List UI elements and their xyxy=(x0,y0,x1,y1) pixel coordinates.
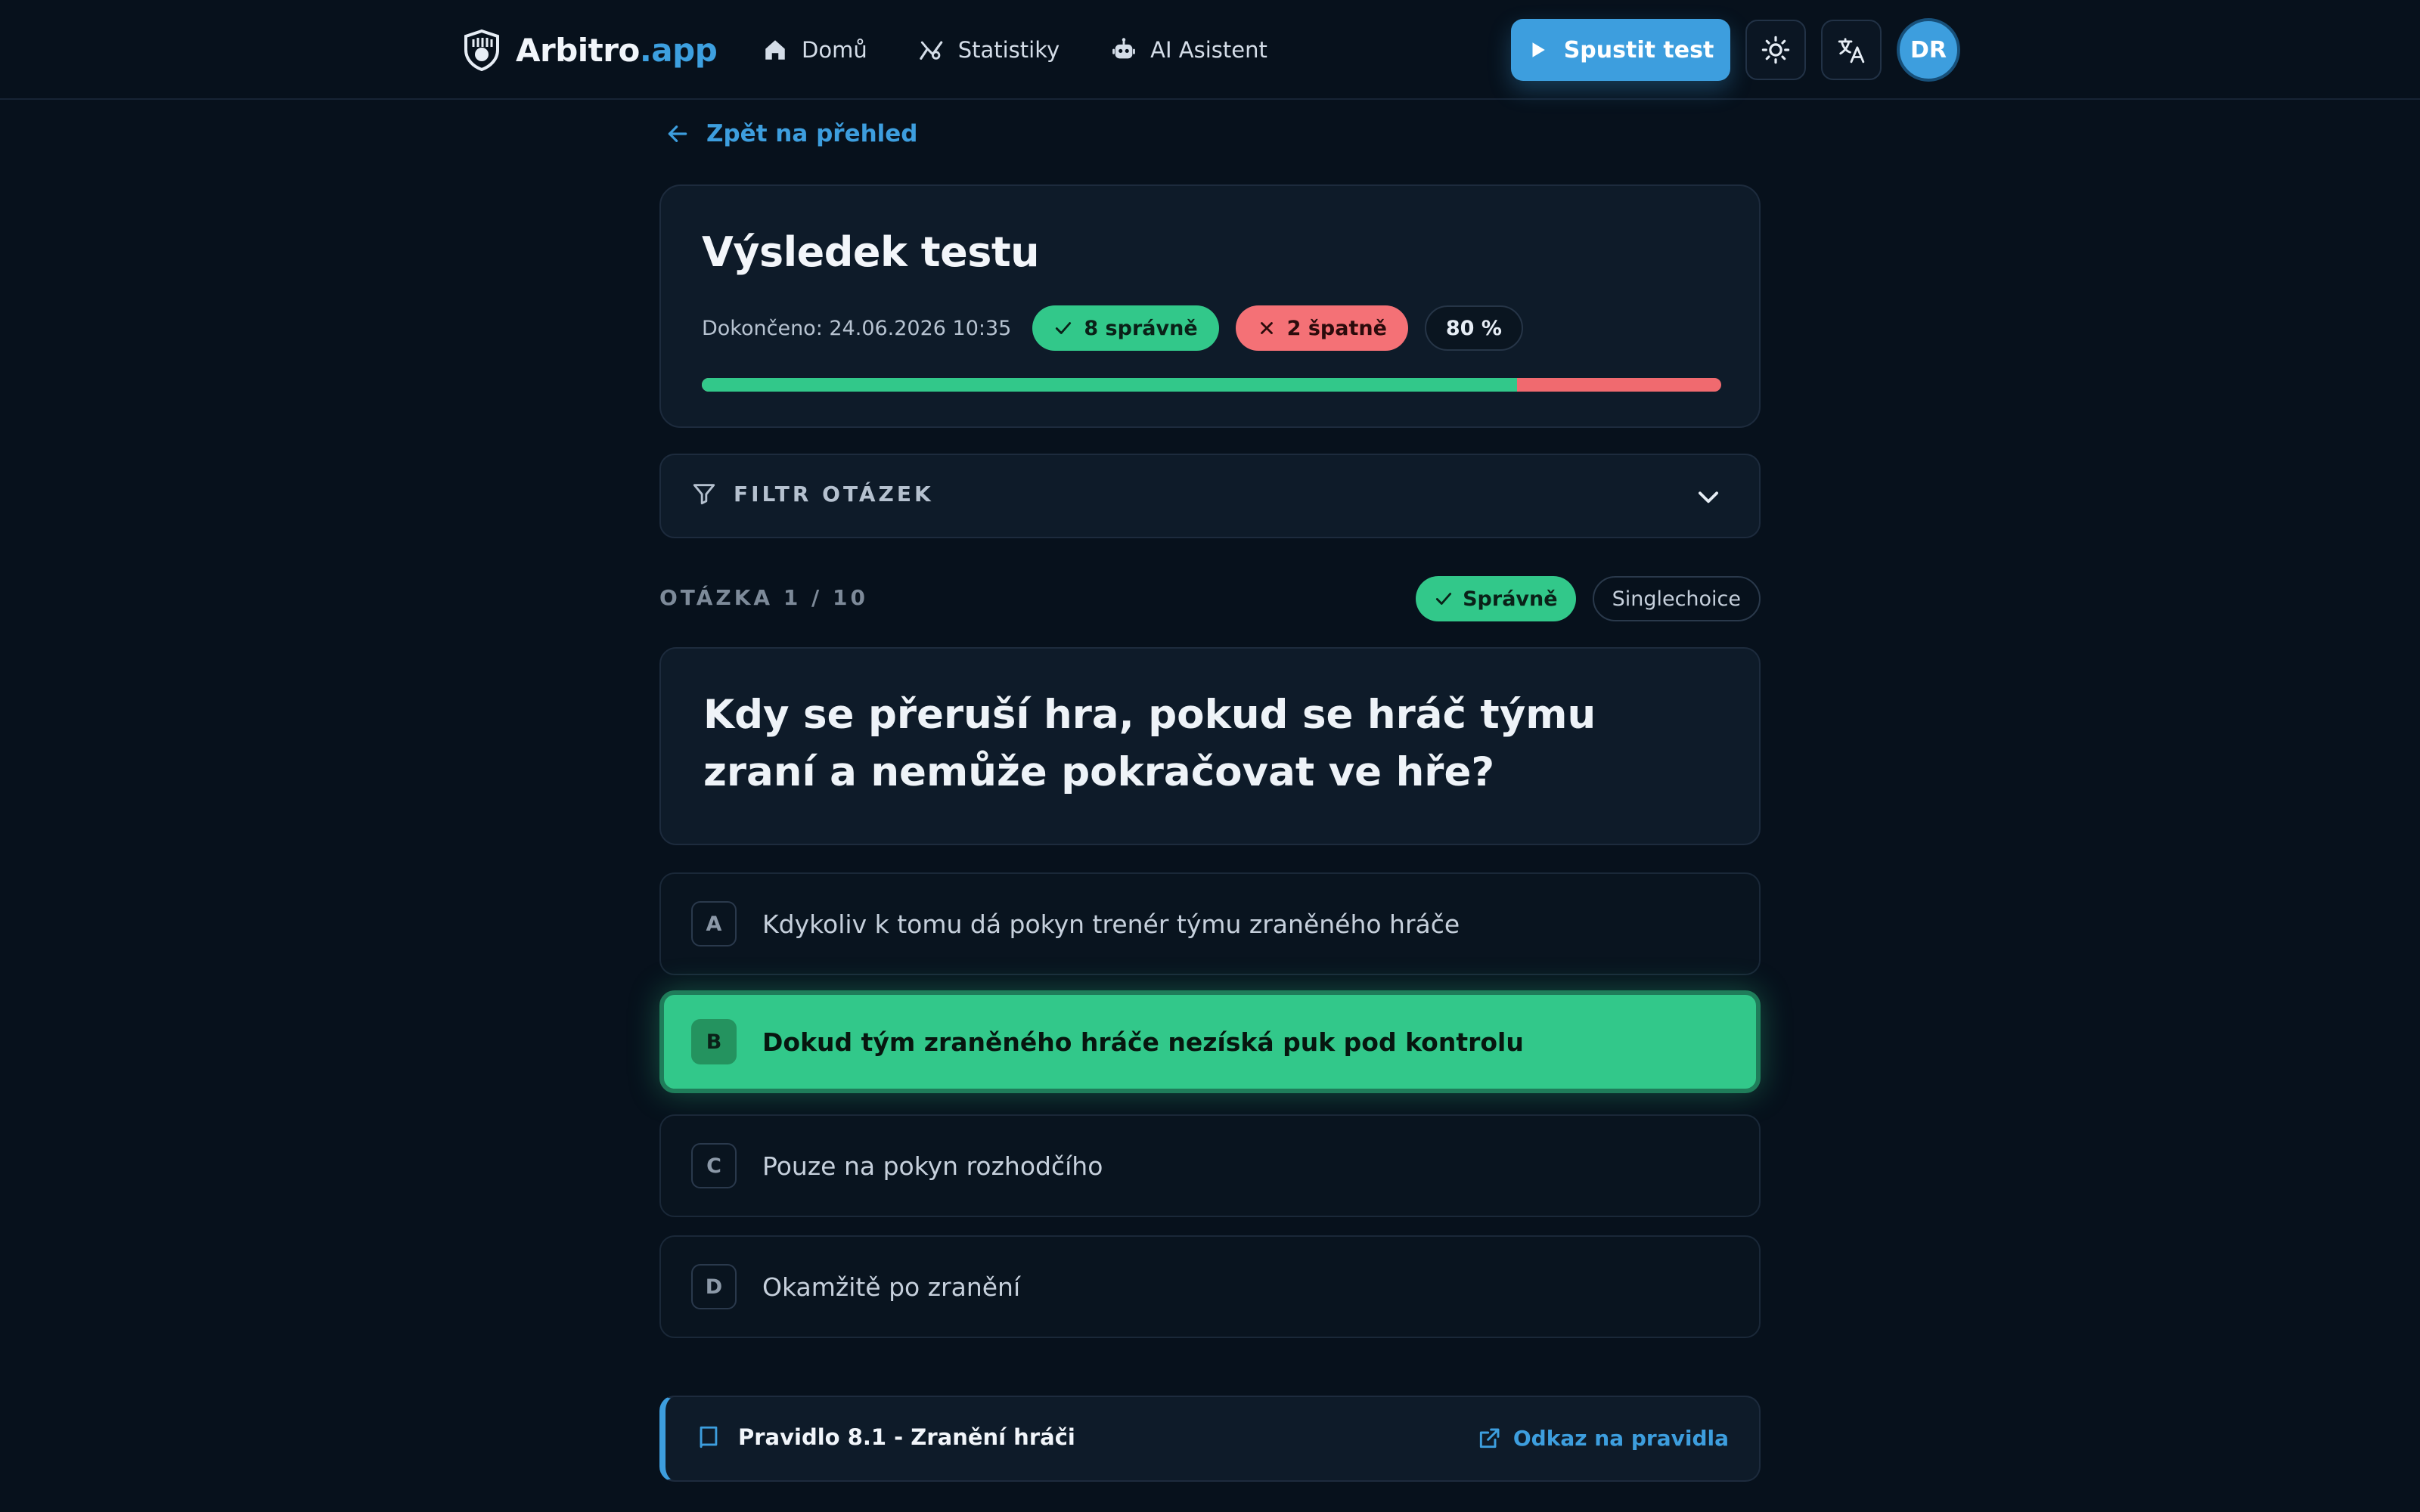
theme-toggle-button[interactable] xyxy=(1745,20,1806,80)
brand-name: Arbitro.app xyxy=(516,31,718,69)
nav-item-label: Statistiky xyxy=(957,37,1060,63)
answer-text: Dokud tým zraněného hráče nezíská puk po… xyxy=(762,1027,1524,1057)
answer-text: Kdykoliv k tomu dá pokyn trenér týmu zra… xyxy=(762,909,1460,939)
score-progress-fill xyxy=(702,378,1518,392)
rule-title-group: Pravidlo 8.1 - Zranění hráči xyxy=(696,1424,1075,1450)
check-icon xyxy=(1056,322,1072,334)
external-link-icon xyxy=(1479,1428,1500,1448)
result-meta: Dokončeno: 24.06.2026 10:35 8 správně 2 … xyxy=(702,305,1523,351)
filter-label: FILTR OTÁZEK xyxy=(734,481,934,507)
top-navbar: Arbitro.app Domů Statistiky AI Asistent … xyxy=(0,0,2420,100)
close-icon xyxy=(1260,322,1273,334)
answer-letter: A xyxy=(691,901,737,947)
answer-letter: B xyxy=(691,1019,737,1064)
question-type-badge: Singlechoice xyxy=(1592,576,1761,621)
correct-count-badge: 8 správně xyxy=(1032,305,1219,351)
wrong-count-badge: 2 špatně xyxy=(1235,305,1408,351)
score-progress-bar xyxy=(702,378,1721,392)
question-counter: OTÁZKA 1 / 10 xyxy=(659,585,868,610)
question-text: Kdy se přeruší hra, pokud se hráč týmu z… xyxy=(703,692,1596,795)
answer-status-badge: Správně xyxy=(1416,576,1576,621)
brand-name-main: Arbitro xyxy=(516,31,640,69)
back-link-label: Zpět na přehled xyxy=(706,120,918,147)
score-percent-badge: 80 % xyxy=(1424,305,1523,351)
main-nav: Domů Statistiky AI Asistent xyxy=(762,30,1267,70)
nav-item-home[interactable]: Domů xyxy=(762,30,867,70)
wrong-count-label: 2 špatně xyxy=(1286,316,1387,340)
test-result-card: Výsledek testu Dokončeno: 24.06.2026 10:… xyxy=(659,184,1761,428)
completed-timestamp: Dokončeno: 24.06.2026 10:35 xyxy=(702,316,1012,340)
nav-item-label: Domů xyxy=(802,37,867,63)
back-to-overview-link[interactable]: Zpět na přehled xyxy=(666,118,918,150)
language-button[interactable] xyxy=(1821,20,1882,80)
brand-name-accent: .app xyxy=(639,31,718,69)
answer-option-b[interactable]: B Dokud tým zraněného hráče nezíská puk … xyxy=(659,990,1761,1093)
shield-logo-icon xyxy=(464,29,499,71)
question-card: Kdy se přeruší hra, pokud se hráč týmu z… xyxy=(659,647,1761,845)
chevron-down-icon[interactable] xyxy=(1694,482,1723,511)
translate-icon xyxy=(1838,38,1865,64)
rules-link-label: Odkaz na pravidla xyxy=(1512,1426,1729,1451)
rule-reference-card: Pravidlo 8.1 - Zranění hráči Odkaz na pr… xyxy=(659,1396,1761,1482)
answer-text: Okamžitě po zranění xyxy=(762,1272,1021,1302)
filter-icon xyxy=(693,484,715,505)
arrow-left-icon xyxy=(668,125,687,142)
rule-title: Pravidlo 8.1 - Zranění hráči xyxy=(738,1424,1075,1450)
answer-option-d[interactable]: D Okamžitě po zranění xyxy=(659,1235,1761,1338)
brand-logo[interactable]: Arbitro.app xyxy=(463,26,718,74)
correct-count-label: 8 správně xyxy=(1084,316,1198,340)
nav-item-ai-assistant[interactable]: AI Asistent xyxy=(1111,30,1267,70)
robot-icon xyxy=(1112,38,1136,59)
start-test-label: Spustit test xyxy=(1563,36,1714,64)
rules-link[interactable]: Odkaz na pravidla xyxy=(1477,1426,1729,1451)
check-icon xyxy=(1436,593,1452,605)
answer-letter: D xyxy=(691,1264,737,1309)
question-filter-panel[interactable]: FILTR OTÁZEK xyxy=(659,454,1761,538)
home-icon xyxy=(765,40,785,60)
answer-option-a[interactable]: A Kdykoliv k tomu dá pokyn trenér týmu z… xyxy=(659,872,1761,975)
answer-option-c[interactable]: C Pouze na pokyn rozhodčího xyxy=(659,1114,1761,1217)
nav-item-label: AI Asistent xyxy=(1150,37,1267,63)
answer-letter: C xyxy=(691,1143,737,1188)
answer-text: Pouze na pokyn rozhodčího xyxy=(762,1151,1103,1181)
filter-label-group: FILTR OTÁZEK xyxy=(691,481,934,507)
stats-icon xyxy=(919,41,943,60)
question-tags: Správně Singlechoice xyxy=(1416,576,1761,621)
start-test-button[interactable]: Spustit test xyxy=(1511,19,1730,81)
nav-item-stats[interactable]: Statistiky xyxy=(919,30,1060,70)
sun-icon xyxy=(1761,36,1790,64)
user-avatar[interactable]: DR xyxy=(1897,18,1960,82)
answer-status-label: Správně xyxy=(1463,587,1558,611)
result-title: Výsledek testu xyxy=(702,228,1040,276)
book-icon xyxy=(700,1426,718,1448)
play-icon xyxy=(1532,42,1545,57)
